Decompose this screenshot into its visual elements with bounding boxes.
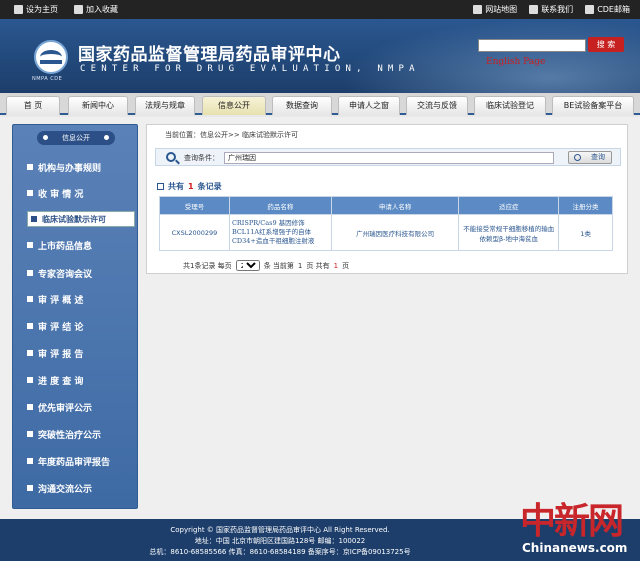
search-icon xyxy=(166,152,176,162)
english-page-link[interactable]: English Page xyxy=(486,57,545,67)
bullet-icon xyxy=(27,458,33,464)
pagination: 共1条记录 每页 20 条 当前第 1 页 共有 1 页 xyxy=(183,260,349,271)
col-header-indication: 适应症 xyxy=(458,196,560,215)
tab-regulations[interactable]: 法规与规章 xyxy=(135,96,195,115)
query-label: 查询条件： xyxy=(184,154,219,162)
tab-applicant-window[interactable]: 申请人之窗 xyxy=(338,96,400,115)
query-bar: 查询条件： 广州瑞因 查询 xyxy=(155,148,621,166)
results-table: 受理号 药品名称 申请人名称 适应症 注册分类 CXSL2000299 CRIS… xyxy=(159,196,613,251)
sidebar-item-marketed-drugs[interactable]: 上市药品信息 xyxy=(27,237,137,253)
sidebar-item-communication[interactable]: 沟通交流公示 xyxy=(27,480,137,496)
query-input[interactable]: 广州瑞因 xyxy=(224,152,554,164)
cell-applicant: 广州瑞因医疗科技有限公司 xyxy=(330,214,460,251)
footer-address: 地址：中国 北京市朝阳区建国路128号 邮编：100022 xyxy=(194,537,366,545)
footer-contact: 总机：8610-68585566 传真：8610-68584189 备案序号：京… xyxy=(149,548,411,556)
sidebar-item-annual-report[interactable]: 年度药品审评报告 xyxy=(27,453,137,469)
main-nav: 首 页 新闻中心 法规与规章 信息公开 数据查询 申请人之窗 交流与反馈 临床试… xyxy=(0,93,640,115)
table-header-row: 受理号 药品名称 申请人名称 适应症 注册分类 xyxy=(159,196,613,215)
search-icon xyxy=(574,154,581,161)
site-map-link[interactable]: 网站地图 xyxy=(473,4,517,15)
chinanews-watermark-en: Chinanews.com xyxy=(522,541,628,555)
bullet-icon xyxy=(27,323,33,329)
contact-link[interactable]: 联系我们 xyxy=(529,4,573,15)
sidebar: 信息公开 机构与办事规则 收 审 情 况 临床试验默示许可 上市药品信息 专家咨… xyxy=(12,124,138,509)
record-count: 共有 1 条记录 xyxy=(157,181,222,192)
bullet-icon xyxy=(27,242,33,248)
star-icon xyxy=(74,5,83,14)
col-header-drug-name: 药品名称 xyxy=(228,196,332,215)
add-favorite-link[interactable]: 加入收藏 xyxy=(74,4,118,15)
home-icon xyxy=(14,5,23,14)
cell-indication: 不能接受常规干细胞移植的输血依赖型β-地中海贫血 xyxy=(458,214,560,251)
cde-mail-link[interactable]: CDE邮箱 xyxy=(585,4,630,15)
contact-icon xyxy=(529,5,539,14)
tab-home[interactable]: 首 页 xyxy=(6,96,60,115)
sidebar-item-review-conclusion[interactable]: 审 评 结 论 xyxy=(27,318,137,334)
sidebar-item-rules[interactable]: 机构与办事规则 xyxy=(27,159,137,175)
sidebar-item-breakthrough[interactable]: 突破性治疗公示 xyxy=(27,426,137,442)
tab-feedback[interactable]: 交流与反馈 xyxy=(406,96,468,115)
page-link[interactable]: 1 xyxy=(334,262,338,270)
cell-acceptance-no[interactable]: CXSL2000299 xyxy=(159,214,230,251)
col-header-applicant: 申请人名称 xyxy=(330,196,460,215)
tab-clinical-trial[interactable]: 临床试验登记 xyxy=(474,96,546,115)
col-header-acceptance-no: 受理号 xyxy=(159,196,230,215)
mail-icon xyxy=(585,5,595,14)
bullet-icon xyxy=(27,377,33,383)
square-icon xyxy=(157,183,164,190)
bullet-icon xyxy=(27,404,33,410)
top-utility-bar: 设为主页 加入收藏 网站地图 联系我们 CDE邮箱 xyxy=(0,0,640,19)
col-header-category: 注册分类 xyxy=(558,196,613,215)
cell-category: 1类 xyxy=(558,214,613,251)
logo-caption: NMPA CDE xyxy=(32,76,63,82)
sidebar-item-expert-meetings[interactable]: 专家咨询会议 xyxy=(27,265,137,281)
bullet-icon xyxy=(31,216,37,222)
sidebar-item-progress-query[interactable]: 进 度 查 询 xyxy=(27,372,137,388)
bullet-icon xyxy=(27,270,33,276)
content-panel: 当前位置：信息公开>> 临床试验默示许可 查询条件： 广州瑞因 查询 共有 1 … xyxy=(146,124,628,274)
sidebar-item-review-overview[interactable]: 审 评 概 述 xyxy=(27,291,137,307)
nmpa-logo[interactable] xyxy=(34,40,68,74)
site-title-en: CENTER FOR DRUG EVALUATION, NMPA xyxy=(80,64,420,74)
tab-info-disclosure[interactable]: 信息公开 xyxy=(202,96,266,115)
site-header: NMPA CDE 国家药品监督管理局药品审评中心 CENTER FOR DRUG… xyxy=(0,19,640,93)
sidebar-header: 信息公开 xyxy=(37,131,115,145)
table-row[interactable]: CXSL2000299 CRISPR/Cas9 基因修饰BCL11A红系增强子的… xyxy=(159,214,613,251)
bullet-icon xyxy=(27,190,33,196)
site-title-cn: 国家药品监督管理局药品审评中心 xyxy=(78,45,341,65)
chinanews-watermark: 中新网 xyxy=(520,500,624,542)
sitemap-icon xyxy=(473,5,483,14)
tab-be-trial[interactable]: BE试验备案平台 xyxy=(552,96,634,115)
cell-drug-name[interactable]: CRISPR/Cas9 基因修饰BCL11A红系增强子的自体CD34+造血干祖细… xyxy=(228,214,332,251)
breadcrumb: 当前位置：信息公开>> 临床试验默示许可 xyxy=(165,131,298,139)
tab-news[interactable]: 新闻中心 xyxy=(68,96,128,115)
sidebar-item-implied-license[interactable]: 临床试验默示许可 xyxy=(27,211,135,227)
footer-copyright: Copyright © 国家药品监督管理局药品审评中心 All Right Re… xyxy=(170,526,390,534)
bullet-icon xyxy=(27,350,33,356)
bullet-icon xyxy=(27,164,33,170)
site-search-input[interactable] xyxy=(478,39,586,52)
sidebar-item-priority-review[interactable]: 优先审评公示 xyxy=(27,399,137,415)
site-search-button[interactable]: 搜 索 xyxy=(588,37,624,52)
per-page-select[interactable]: 20 xyxy=(235,260,260,271)
bullet-icon xyxy=(27,431,33,437)
sidebar-item-receipt[interactable]: 收 审 情 况 xyxy=(27,185,137,201)
bullet-icon xyxy=(27,485,33,491)
bullet-icon xyxy=(27,296,33,302)
query-button[interactable]: 查询 xyxy=(568,151,612,164)
tab-data-query[interactable]: 数据查询 xyxy=(272,96,332,115)
sidebar-item-review-report[interactable]: 审 评 报 告 xyxy=(27,345,137,361)
set-homepage-link[interactable]: 设为主页 xyxy=(14,4,58,15)
